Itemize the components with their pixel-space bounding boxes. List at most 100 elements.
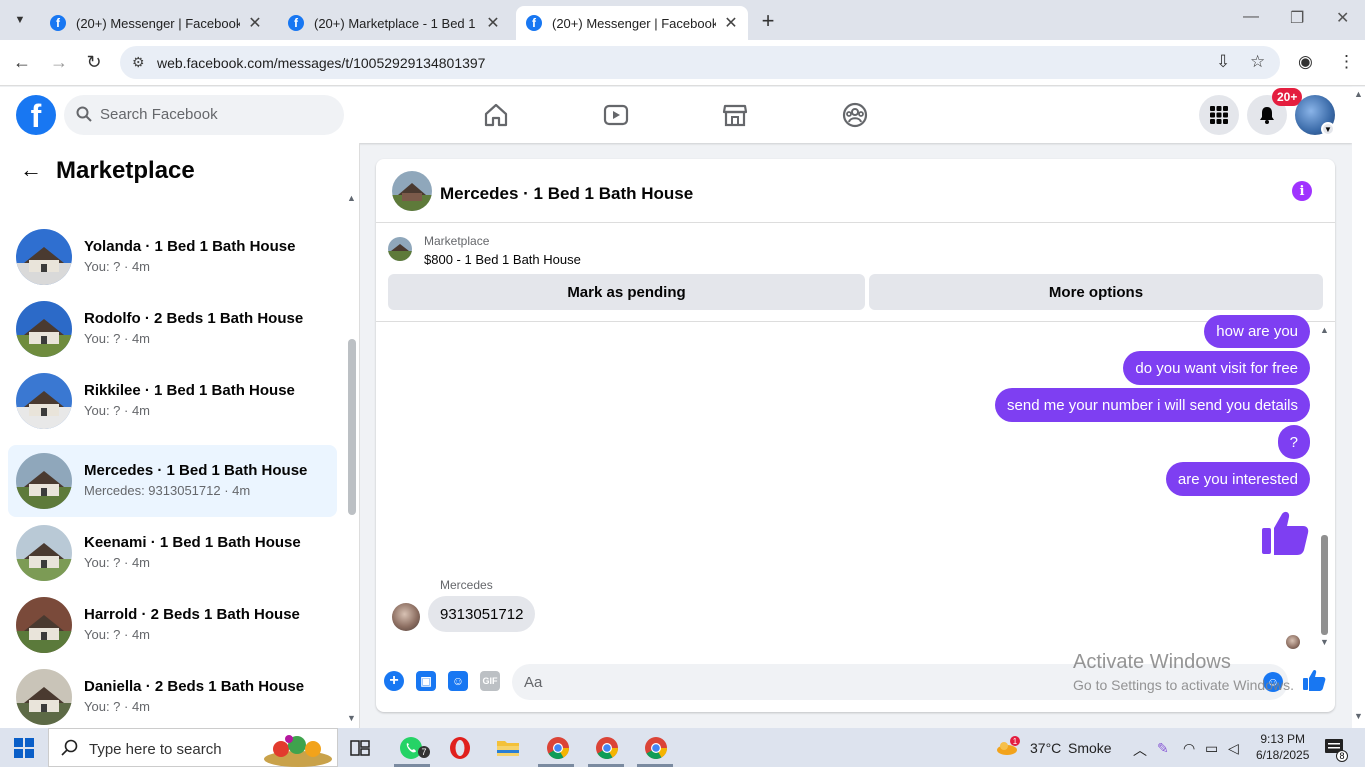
- chrome-icon[interactable]: [544, 734, 572, 762]
- weather-condition[interactable]: Smoke: [1068, 740, 1112, 756]
- battery-icon[interactable]: ▭: [1205, 740, 1218, 757]
- close-tab-icon[interactable]: ✕: [486, 13, 500, 33]
- conversation-preview: You: ? · 4m: [84, 331, 151, 346]
- scroll-down-icon[interactable]: ▼: [1354, 711, 1363, 721]
- sent-message[interactable]: how are you: [1204, 315, 1310, 348]
- task-view-icon[interactable]: [346, 734, 374, 762]
- reload-icon[interactable]: ↻: [83, 52, 105, 73]
- chevron-up-icon[interactable]: ︿: [1133, 740, 1147, 760]
- sidebar-header: ← Marketplace: [0, 143, 345, 193]
- like-thumbs-up-icon[interactable]: [1302, 668, 1326, 692]
- mark-as-pending-button[interactable]: Mark as pending: [388, 274, 865, 310]
- clock[interactable]: 9:13 PM 6/18/2025: [1256, 731, 1309, 763]
- opera-icon[interactable]: [446, 734, 474, 762]
- browser-toolbar: ← → ↻ ⚙ web.facebook.com/messages/t/1005…: [0, 40, 1365, 86]
- scroll-down-icon[interactable]: ▼: [1320, 637, 1329, 647]
- restore-icon[interactable]: ❐: [1290, 8, 1304, 28]
- conversation-thumbnail: [16, 453, 72, 509]
- conversation-item[interactable]: Mercedes · 1 Bed 1 Bath House Mercedes: 9…: [8, 445, 337, 517]
- search-icon: [61, 739, 78, 756]
- conversation-item[interactable]: Rikkilee · 1 Bed 1 Bath House You: ? · 4m: [8, 365, 337, 437]
- groups-icon[interactable]: [841, 101, 869, 129]
- forward-arrow-icon[interactable]: →: [48, 52, 70, 73]
- chat-title[interactable]: Mercedes · 1 Bed 1 Bath House: [440, 184, 693, 204]
- message-placeholder: Aa: [524, 674, 543, 691]
- browser-tab-3-active[interactable]: f (20+) Messenger | Facebook ✕: [516, 6, 748, 40]
- scrollbar-thumb[interactable]: [348, 339, 356, 515]
- site-info-icon[interactable]: ⚙: [132, 54, 145, 71]
- browser-menu-icon[interactable]: ⋮: [1338, 52, 1355, 72]
- chat-header: Mercedes · 1 Bed 1 Bath House i: [376, 159, 1335, 223]
- pen-icon[interactable]: ✎: [1157, 740, 1169, 757]
- url-text[interactable]: web.facebook.com/messages/t/100529291348…: [157, 55, 485, 71]
- conversation-item[interactable]: Harrold · 2 Beds 1 Bath House You: ? · 4m: [8, 589, 337, 661]
- browser-tab-1[interactable]: f (20+) Messenger | Facebook ✕: [40, 6, 272, 40]
- sent-message[interactable]: send me your number i will send you deta…: [995, 388, 1310, 422]
- info-icon[interactable]: i: [1292, 181, 1312, 201]
- install-app-icon[interactable]: ⇩: [1216, 52, 1230, 72]
- received-message[interactable]: 9313051712: [428, 596, 536, 632]
- back-arrow-icon[interactable]: ←: [20, 157, 42, 183]
- chevron-down-icon[interactable]: ▼: [1321, 122, 1335, 136]
- tab-title: (20+) Marketplace - 1 Bed 1 Bat: [314, 15, 478, 31]
- conversation-preview: You: ? · 4m: [84, 699, 151, 714]
- chrome-profile-icon[interactable]: [593, 734, 621, 762]
- tab-search-button[interactable]: ▼: [8, 8, 32, 32]
- sender-avatar[interactable]: [392, 603, 420, 631]
- watermark-subtitle: Go to Settings to activate Windows.: [1073, 677, 1294, 693]
- conversation-item[interactable]: Yolanda · 1 Bed 1 Bath House You: ? · 4m: [8, 221, 337, 293]
- marketplace-icon[interactable]: [721, 101, 749, 129]
- listing-price[interactable]: $800 - 1 Bed 1 Bath House: [424, 252, 581, 267]
- facebook-logo[interactable]: f: [16, 95, 56, 135]
- scroll-up-icon[interactable]: ▲: [347, 193, 356, 203]
- profile-icon[interactable]: ◉: [1298, 52, 1313, 72]
- wifi-icon[interactable]: ◠: [1183, 740, 1195, 757]
- plus-icon[interactable]: +: [384, 671, 404, 691]
- temperature[interactable]: 37°C: [1030, 740, 1061, 756]
- house-photo-icon: [16, 669, 72, 725]
- scroll-up-icon[interactable]: ▲: [1320, 325, 1329, 335]
- house-photo-icon: [16, 525, 72, 581]
- address-bar[interactable]: ⚙ web.facebook.com/messages/t/1005292913…: [120, 46, 1280, 79]
- windows-start-icon[interactable]: [14, 738, 34, 758]
- sent-message[interactable]: are you interested: [1165, 462, 1310, 496]
- gif-icon[interactable]: GIF: [480, 671, 500, 691]
- conversation-item[interactable]: Rodolfo · 2 Beds 1 Bath House You: ? · 4m: [8, 293, 337, 365]
- close-tab-icon[interactable]: ✕: [724, 13, 738, 33]
- menu-grid-button[interactable]: [1199, 95, 1239, 135]
- video-icon[interactable]: [602, 101, 630, 129]
- window-close-icon[interactable]: ✕: [1336, 8, 1349, 28]
- conversation-thumbnail: [16, 229, 72, 285]
- menu-grid-icon: [1210, 106, 1228, 124]
- chrome-profile-icon[interactable]: [642, 734, 670, 762]
- sent-message[interactable]: ?: [1277, 425, 1310, 459]
- fruit-basket-icon: [264, 735, 332, 767]
- scroll-up-icon[interactable]: ▲: [1354, 89, 1363, 99]
- chat-scrollbar[interactable]: ▲ ▼: [1319, 325, 1331, 649]
- conversation-item[interactable]: Keenami · 1 Bed 1 Bath House You: ? · 4m: [8, 517, 337, 589]
- sticker-icon[interactable]: ☺: [448, 671, 468, 691]
- conversation-item[interactable]: Daniella · 2 Beds 1 Bath House You: ? · 4…: [8, 661, 337, 728]
- back-arrow-icon[interactable]: ←: [11, 52, 33, 73]
- seen-receipt-avatar: [1286, 635, 1300, 649]
- taskbar-search[interactable]: Type here to search: [48, 728, 338, 767]
- listing-thumbnail[interactable]: [388, 237, 412, 261]
- new-tab-button[interactable]: +: [757, 8, 779, 34]
- sent-message[interactable]: do you want visit for free: [1123, 351, 1310, 385]
- volume-icon[interactable]: ◁: [1228, 740, 1239, 757]
- photo-icon[interactable]: ▣: [416, 671, 436, 691]
- listing-avatar[interactable]: [392, 171, 432, 211]
- windows-taskbar: Type here to search 1 37°C Smoke ︿ ✎ ◠ ▭…: [0, 728, 1365, 767]
- scroll-down-icon[interactable]: ▼: [347, 713, 356, 723]
- page-scrollbar[interactable]: ▲ ▼: [1352, 87, 1365, 728]
- file-explorer-icon[interactable]: [494, 734, 522, 762]
- minimize-icon[interactable]: —: [1243, 8, 1259, 26]
- scrollbar-thumb[interactable]: [1321, 535, 1328, 635]
- bookmark-star-icon[interactable]: ☆: [1250, 52, 1265, 72]
- sidebar-scrollbar[interactable]: ▲ ▼: [345, 193, 359, 728]
- more-options-button[interactable]: More options: [869, 274, 1323, 310]
- search-input[interactable]: Search Facebook: [64, 95, 344, 135]
- home-icon[interactable]: [482, 101, 510, 129]
- browser-tab-2[interactable]: f (20+) Marketplace - 1 Bed 1 Bat ✕: [278, 6, 510, 40]
- close-tab-icon[interactable]: ✕: [248, 13, 262, 33]
